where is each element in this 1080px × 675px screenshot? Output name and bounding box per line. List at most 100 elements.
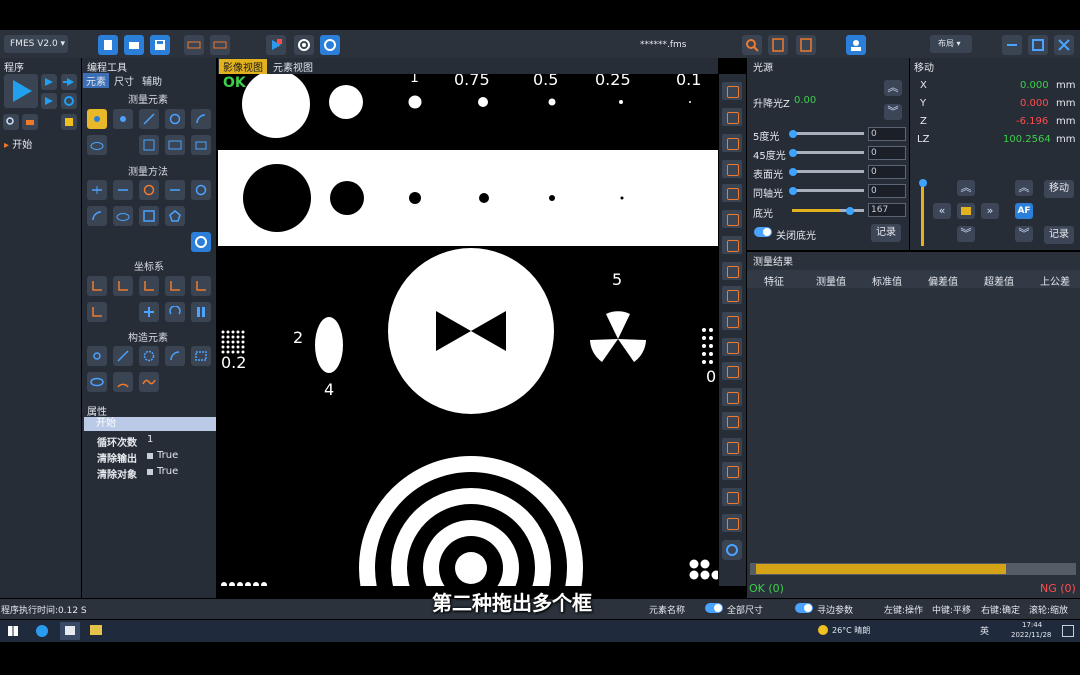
- edge-params-toggle[interactable]: [795, 603, 813, 613]
- point-tool-button[interactable]: [87, 109, 107, 129]
- folder-tool-button[interactable]: [191, 135, 211, 155]
- tool-strip-settings-button[interactable]: [722, 540, 742, 560]
- folder-taskbar-icon[interactable]: [90, 625, 102, 635]
- tool-strip-button-4[interactable]: [722, 160, 742, 178]
- line-tool-button[interactable]: [139, 109, 159, 129]
- tab-dimensions[interactable]: 尺寸: [114, 73, 134, 88]
- method-7-button[interactable]: [113, 206, 133, 226]
- pdf-button[interactable]: [796, 35, 816, 55]
- method-1-button[interactable]: [87, 180, 107, 200]
- method-9-button[interactable]: [165, 206, 185, 226]
- construct-5-button[interactable]: [191, 346, 211, 366]
- open-file-button[interactable]: [124, 35, 144, 55]
- report-button[interactable]: [768, 35, 788, 55]
- tool-strip-button-12[interactable]: [722, 362, 742, 380]
- method-8-button[interactable]: [139, 206, 159, 226]
- light-slider[interactable]: [789, 148, 864, 157]
- tool-strip-button-14[interactable]: [722, 412, 742, 430]
- construct-3-button[interactable]: [139, 346, 159, 366]
- new-file-button[interactable]: [98, 35, 118, 55]
- checkbox[interactable]: [147, 453, 153, 459]
- find-button[interactable]: [3, 114, 19, 130]
- method-3-button[interactable]: [139, 180, 159, 200]
- light-slider[interactable]: [792, 206, 864, 215]
- tool-strip-button-3[interactable]: [722, 134, 742, 152]
- user-button[interactable]: [846, 35, 866, 55]
- layout-dropdown[interactable]: 布局 ▾: [930, 35, 972, 53]
- jog-up-button[interactable]: ︽: [957, 180, 975, 196]
- step-over-button[interactable]: [61, 74, 77, 90]
- construct-4-button[interactable]: [165, 346, 185, 366]
- light-up-button[interactable]: ︽: [884, 80, 902, 96]
- coord-4-button[interactable]: [165, 276, 185, 296]
- circle-tool-button[interactable]: [165, 109, 185, 129]
- save-button[interactable]: [150, 35, 170, 55]
- checkbox[interactable]: [147, 469, 153, 475]
- move-button[interactable]: 移动: [1044, 180, 1074, 198]
- arc-tool-button[interactable]: [191, 109, 211, 129]
- maximize-button[interactable]: [1028, 35, 1048, 55]
- run-to-button[interactable]: [41, 93, 57, 109]
- light-record-button[interactable]: 记录: [871, 224, 901, 242]
- cloud-tool-button[interactable]: [87, 135, 107, 155]
- method-settings-button[interactable]: [191, 232, 211, 252]
- slider-knob[interactable]: [789, 167, 797, 176]
- tool-strip-button-1[interactable]: [722, 82, 742, 100]
- autofocus-button[interactable]: AF: [1015, 203, 1033, 219]
- construct-2-button[interactable]: [113, 346, 133, 366]
- jog-down-button[interactable]: ︾: [957, 226, 975, 242]
- rotate-button[interactable]: [165, 302, 185, 322]
- clear-button[interactable]: [22, 114, 38, 130]
- import-button[interactable]: [210, 35, 230, 55]
- slider-knob[interactable]: [846, 206, 854, 215]
- zoom-button[interactable]: [742, 35, 762, 55]
- image-tool-button[interactable]: [139, 135, 159, 155]
- method-5-button[interactable]: [191, 180, 211, 200]
- program-tree-start[interactable]: ▸ 开始: [4, 136, 32, 151]
- slider-knob[interactable]: [789, 148, 797, 157]
- tool-strip-button-6[interactable]: [722, 210, 742, 228]
- slider-knob[interactable]: [789, 186, 797, 195]
- z-speed-slider[interactable]: [918, 179, 927, 246]
- slider-knob[interactable]: [918, 179, 927, 187]
- coord-3-button[interactable]: [139, 276, 159, 296]
- edge-browser-icon[interactable]: [36, 625, 48, 637]
- camera-image[interactable]: OK 1 0.75 0.5 0.25 0.1 2 4 5 0.2 0: [218, 74, 718, 586]
- slider-knob[interactable]: [789, 129, 797, 138]
- light-slider[interactable]: [789, 167, 864, 176]
- light-value-input[interactable]: [868, 146, 906, 160]
- program-settings-button[interactable]: [61, 93, 77, 109]
- coord-5-button[interactable]: [191, 276, 211, 296]
- construct-1-button[interactable]: [87, 346, 107, 366]
- tool-strip-button-9[interactable]: [722, 286, 742, 304]
- tool-strip-button-13[interactable]: [722, 388, 742, 406]
- jog-left-button[interactable]: «: [933, 203, 951, 219]
- coord-6-button[interactable]: [87, 302, 107, 322]
- light-slider[interactable]: [789, 186, 864, 195]
- light-slider[interactable]: [789, 129, 864, 138]
- light-value-input[interactable]: [868, 127, 906, 141]
- tool-strip-button-18[interactable]: [722, 514, 742, 532]
- tool-strip-button-15[interactable]: [722, 438, 742, 456]
- translate-button[interactable]: [139, 302, 159, 322]
- tool-strip-button-5[interactable]: [722, 184, 742, 202]
- tool-strip-button-8[interactable]: [722, 262, 742, 280]
- close-bottom-light-toggle[interactable]: [754, 227, 772, 237]
- tab-elements[interactable]: 元素: [83, 73, 109, 88]
- method-6-button[interactable]: [87, 206, 107, 226]
- dot-tool-button[interactable]: [113, 109, 133, 129]
- app-menu-button[interactable]: FMES V2.0 ▾: [4, 35, 68, 53]
- tool-strip-button-2[interactable]: [722, 108, 742, 126]
- light-down-button[interactable]: ︾: [884, 104, 902, 120]
- tool-strip-button-10[interactable]: [722, 312, 742, 330]
- all-dims-toggle[interactable]: [705, 603, 723, 613]
- construct-8-button[interactable]: [139, 372, 159, 392]
- jog-center-button[interactable]: [957, 203, 975, 219]
- tool-strip-button-11[interactable]: [722, 338, 742, 356]
- construct-7-button[interactable]: [113, 372, 133, 392]
- note-button[interactable]: [61, 114, 77, 130]
- light-value-input[interactable]: [868, 184, 906, 198]
- z-up-button[interactable]: ︽: [1015, 180, 1033, 196]
- tab-assist[interactable]: 辅助: [142, 73, 162, 88]
- construct-6-button[interactable]: [87, 372, 107, 392]
